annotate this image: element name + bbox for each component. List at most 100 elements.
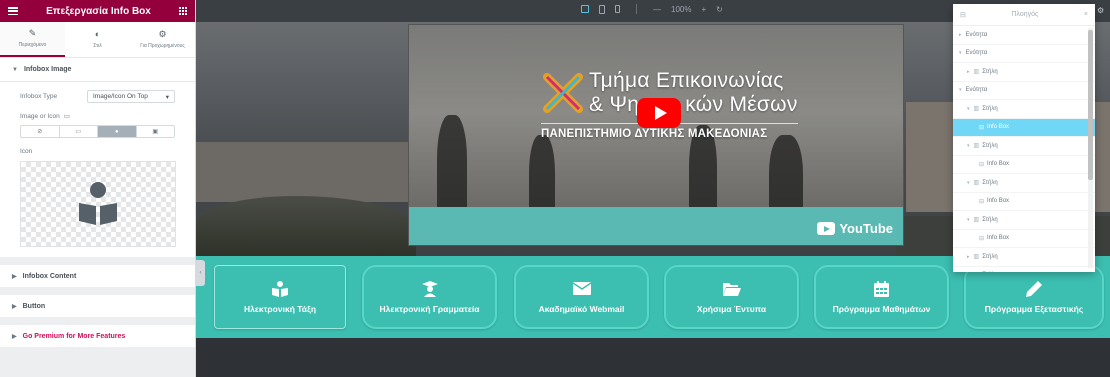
navigator-item-label: Info Box bbox=[987, 124, 1010, 131]
background-hill bbox=[196, 196, 416, 256]
navigator-scrollbar[interactable] bbox=[1088, 28, 1093, 268]
navigator-item-column[interactable]: ▸▥Στήλη bbox=[953, 267, 1095, 273]
close-icon[interactable]: × bbox=[1084, 11, 1088, 18]
caret-down-icon: ▼ bbox=[12, 66, 18, 73]
navigator-item-section[interactable]: ▾ Ενότητα bbox=[953, 45, 1095, 63]
section-infobox-content-label: Infobox Content bbox=[22, 272, 77, 280]
choice-image-button[interactable]: ▭ bbox=[60, 126, 98, 137]
logo-title-line2-suffix: κών Μέσων bbox=[685, 93, 798, 116]
section-go-premium[interactable]: ▶ Go Premium for More Features bbox=[0, 325, 195, 347]
play-icon bbox=[654, 106, 667, 120]
caret-right-icon[interactable]: ▾ bbox=[959, 87, 962, 93]
gear-icon[interactable]: ⚙ bbox=[1097, 6, 1104, 15]
tab-advanced-label: Για Προχωρημένους bbox=[140, 43, 185, 49]
caret-down-icon[interactable]: ▾ bbox=[967, 106, 970, 112]
zoom-in-icon[interactable]: + bbox=[701, 5, 706, 14]
video-embed[interactable]: Τμήμα Επικοινωνίας & Ψη κών Μέσων ΠΑΝΕΠΙ… bbox=[408, 24, 904, 246]
navigator-item-widget[interactable]: ⊟ Info Box bbox=[953, 156, 1095, 174]
icon-preview[interactable] bbox=[20, 161, 176, 247]
section-infobox-content[interactable]: ▶ Infobox Content bbox=[0, 265, 195, 287]
caret-right-icon[interactable]: ▾ bbox=[959, 50, 962, 56]
navigator-item-column[interactable]: ▾ ▥ Στήλη bbox=[953, 100, 1095, 119]
service-button-secretariat[interactable]: Ηλεκτρονική Γραμματεία bbox=[362, 265, 497, 329]
column-icon: ▥ bbox=[973, 217, 980, 224]
tab-content-label: Περιεχόμενο bbox=[18, 42, 47, 48]
tab-content[interactable]: ✎ Περιεχόμενο bbox=[0, 22, 65, 57]
navigator-item-column[interactable]: ▾ ▥ Στήλη bbox=[953, 137, 1095, 156]
section-infobox-image[interactable]: ▼ Infobox Image bbox=[0, 58, 195, 82]
desktop-view-icon[interactable] bbox=[581, 5, 589, 13]
picture-icon: ▣ bbox=[152, 129, 159, 135]
navigator-item-widget[interactable]: ⊟ Info Box bbox=[953, 118, 1095, 137]
navigator-item-widget[interactable]: ⊟ Info Box bbox=[953, 193, 1095, 211]
reader-icon bbox=[79, 182, 117, 225]
service-label: Ακαδημαϊκό Webmail bbox=[538, 303, 625, 314]
widget-icon: ⊟ bbox=[979, 235, 985, 242]
tab-advanced[interactable]: ⚙ Για Προχωρημένους bbox=[130, 22, 195, 57]
scrollbar-thumb[interactable] bbox=[1088, 30, 1093, 180]
service-label: Πρόγραμμα Εξεταστικής bbox=[984, 303, 1084, 314]
service-button-webmail[interactable]: Ακαδημαϊκό Webmail bbox=[514, 265, 649, 329]
image-or-icon-choices: ⊘ ▭ ● ▣ bbox=[20, 125, 175, 138]
caret-down-icon[interactable]: ▾ bbox=[967, 143, 970, 149]
section-button-label: Button bbox=[22, 302, 46, 310]
tab-style[interactable]: ◐ Στιλ bbox=[65, 22, 130, 57]
navigator-item-column[interactable]: ▸▥Στήλη bbox=[953, 63, 1095, 82]
logo-title-line2-prefix: & Ψη bbox=[589, 93, 640, 116]
service-label: Ηλεκτρονική Τάξη bbox=[243, 303, 317, 314]
icon-control-label: Icon bbox=[20, 148, 33, 155]
service-button-forms[interactable]: Χρήσιμα Έντυπα bbox=[664, 265, 799, 329]
knot-logo-icon bbox=[543, 73, 583, 113]
play-button[interactable] bbox=[637, 98, 681, 128]
mobile-view-icon[interactable] bbox=[615, 5, 620, 13]
section-infobox-image-label: Infobox Image bbox=[23, 66, 72, 73]
service-button-eclass[interactable]: Ηλεκτρονική Τάξη bbox=[214, 265, 346, 329]
envelope-icon bbox=[571, 281, 593, 297]
next-section bbox=[196, 338, 1110, 377]
caret-down-icon[interactable]: ▸ bbox=[967, 69, 970, 75]
column-icon: ▥ bbox=[973, 143, 980, 150]
navigator-item-label: Στήλη bbox=[982, 142, 998, 149]
menu-icon[interactable] bbox=[8, 7, 18, 15]
caret-down-icon[interactable]: ▸ bbox=[967, 254, 970, 260]
zoom-out-icon[interactable]: — bbox=[653, 5, 661, 14]
infobox-type-select[interactable]: Image/Icon On Top ▾ bbox=[87, 90, 175, 103]
responsive-tools: — 100% + ↻ bbox=[581, 4, 723, 14]
image-or-icon-label: Image or Icon bbox=[20, 112, 60, 120]
navigator-item-column[interactable]: ▾ ▥ Στήλη bbox=[953, 211, 1095, 230]
image-or-icon-control: Image or Icon ▭ bbox=[20, 112, 175, 121]
youtube-watermark[interactable]: YouTube bbox=[817, 221, 893, 236]
navigator-panel: ⊟ Πλοηγός × ▸ Ενότητα ▾ Ενότητα ▸ ▥ Στήλη ▾ Ενότ… bbox=[953, 4, 1095, 272]
section-go-premium-label: Go Premium for More Features bbox=[22, 332, 126, 340]
youtube-icon bbox=[817, 222, 836, 235]
reset-zoom-icon[interactable]: ↻ bbox=[716, 5, 723, 14]
navigator-item-section[interactable]: ▸ Ενότητα bbox=[953, 26, 1095, 45]
choice-icon-button[interactable]: ● bbox=[98, 126, 137, 137]
choice-none-button[interactable]: ⊘ bbox=[21, 126, 60, 137]
panel-title: Επεξεργασία Info Box bbox=[46, 5, 151, 17]
service-button-schedule[interactable]: Πρόγραμμα Μαθημάτων bbox=[814, 265, 949, 329]
navigator-item-widget[interactable]: ⊟ Info Box bbox=[953, 230, 1095, 248]
navigator-list: ▸ Ενότητα ▾ Ενότητα ▸ ▥ Στήλη ▾ Ενότητα ▾ ▥ Στήλη ⊟ I… bbox=[953, 26, 1095, 272]
navigator-item-label: Στήλη bbox=[982, 216, 998, 223]
ban-icon: ⊘ bbox=[37, 129, 43, 135]
caret-right-icon[interactable]: ▸ bbox=[959, 32, 962, 38]
navigator-item-column[interactable]: ▾ ▥ Στήλη bbox=[953, 174, 1095, 193]
choice-media-button[interactable]: ▣ bbox=[137, 126, 175, 137]
caret-down-icon[interactable]: ▾ bbox=[967, 180, 970, 186]
navigator-item-section[interactable]: ▾ Ενότητα bbox=[953, 82, 1095, 100]
service-button-exams[interactable]: Πρόγραμμα Εξεταστικής bbox=[964, 265, 1104, 329]
section-button[interactable]: ▶ Button bbox=[0, 295, 195, 317]
navigator-item-label: Στήλη bbox=[982, 105, 998, 112]
widget-icon: ⊟ bbox=[979, 161, 985, 168]
navigator-item-label: Ενότητα bbox=[965, 31, 988, 38]
caret-down-icon[interactable]: ▾ bbox=[967, 217, 970, 223]
widgets-grid-icon[interactable] bbox=[179, 7, 187, 15]
navigator-item-column[interactable]: ▸▥Στήλη bbox=[953, 248, 1095, 267]
tablet-view-icon[interactable] bbox=[599, 4, 605, 14]
service-label: Χρήσιμα Έντυπα bbox=[696, 303, 767, 314]
collapse-panel-button[interactable]: ‹ bbox=[196, 260, 205, 286]
infobox-type-label: Infobox Type bbox=[20, 93, 58, 100]
editor-window: Επεξεργασία Info Box ✎ Περιεχόμενο ◐ Στι… bbox=[0, 0, 1110, 377]
chevron-down-icon: ▾ bbox=[165, 93, 169, 101]
